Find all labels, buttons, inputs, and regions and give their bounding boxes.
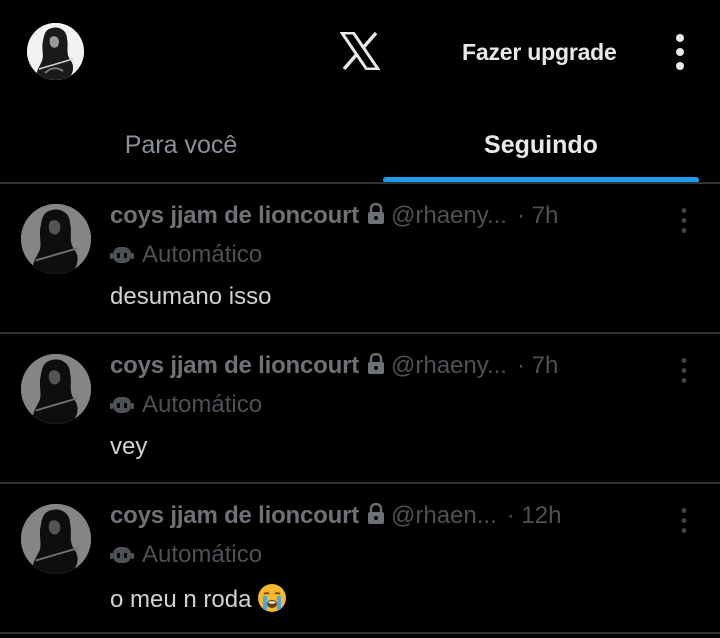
post-header: coys jjam de lioncourt @rhaeny... · 7h bbox=[110, 352, 558, 384]
automated-label-text: Automático bbox=[142, 391, 263, 418]
tab-for-you[interactable]: Para você bbox=[0, 105, 362, 185]
tab-following[interactable]: Seguindo bbox=[362, 105, 720, 185]
post-text: o meu n roda bbox=[110, 583, 287, 614]
post-avatar[interactable] bbox=[21, 354, 91, 424]
bot-icon bbox=[110, 243, 134, 265]
more-vert-icon[interactable] bbox=[676, 506, 692, 536]
post-author-handle[interactable]: @rhaen... bbox=[391, 502, 497, 529]
automated-label: Automático bbox=[110, 391, 262, 421]
lock-icon bbox=[367, 502, 385, 525]
post-author-name[interactable]: coys jjam de lioncourt bbox=[110, 352, 359, 379]
post-text: desumano isso bbox=[110, 283, 272, 310]
automated-label-text: Automático bbox=[142, 541, 263, 568]
post-author-name[interactable]: coys jjam de lioncourt bbox=[110, 202, 359, 229]
profile-avatar[interactable] bbox=[27, 23, 84, 80]
automated-label: Automático bbox=[110, 541, 262, 571]
post-item[interactable]: coys jjam de lioncourt @rhaen... · 12h Aut… bbox=[0, 484, 720, 634]
post-author-name[interactable]: coys jjam de lioncourt bbox=[110, 502, 359, 529]
crying-face-emoji bbox=[257, 583, 287, 613]
post-header: coys jjam de lioncourt @rhaen... · 12h bbox=[110, 502, 561, 534]
post-author-handle[interactable]: @rhaeny... bbox=[391, 352, 507, 379]
post-timestamp[interactable]: · 7h bbox=[517, 202, 558, 229]
post-author-handle[interactable]: @rhaeny... bbox=[391, 202, 507, 229]
app-screen: Fazer upgrade Para você Seguindo coys jj… bbox=[0, 0, 720, 638]
post-avatar[interactable] bbox=[21, 204, 91, 274]
post-timestamp[interactable]: · 12h bbox=[507, 502, 562, 529]
more-vert-icon[interactable] bbox=[676, 206, 692, 236]
x-logo-icon[interactable] bbox=[339, 31, 381, 71]
more-vert-icon[interactable] bbox=[676, 356, 692, 386]
timeline-feed: coys jjam de lioncourt @rhaeny... · 7h Aut… bbox=[0, 184, 720, 634]
more-vert-icon[interactable] bbox=[670, 32, 690, 72]
top-bar: Fazer upgrade bbox=[0, 0, 720, 105]
lock-icon bbox=[367, 202, 385, 225]
automated-label-text: Automático bbox=[142, 241, 263, 268]
upgrade-button[interactable]: Fazer upgrade bbox=[452, 34, 627, 70]
post-text: vey bbox=[110, 433, 148, 460]
lock-icon bbox=[367, 352, 385, 375]
post-item[interactable]: coys jjam de lioncourt @rhaeny... · 7h Aut… bbox=[0, 334, 720, 484]
bot-icon bbox=[110, 393, 134, 415]
post-item[interactable]: coys jjam de lioncourt @rhaeny... · 7h Aut… bbox=[0, 184, 720, 334]
bot-icon bbox=[110, 543, 134, 565]
automated-label: Automático bbox=[110, 241, 262, 271]
post-header: coys jjam de lioncourt @rhaeny... · 7h bbox=[110, 202, 558, 234]
post-text-content: o meu n roda bbox=[110, 586, 252, 613]
timeline-tabs: Para você Seguindo bbox=[0, 105, 720, 185]
post-avatar[interactable] bbox=[21, 504, 91, 574]
post-timestamp[interactable]: · 7h bbox=[517, 352, 558, 379]
